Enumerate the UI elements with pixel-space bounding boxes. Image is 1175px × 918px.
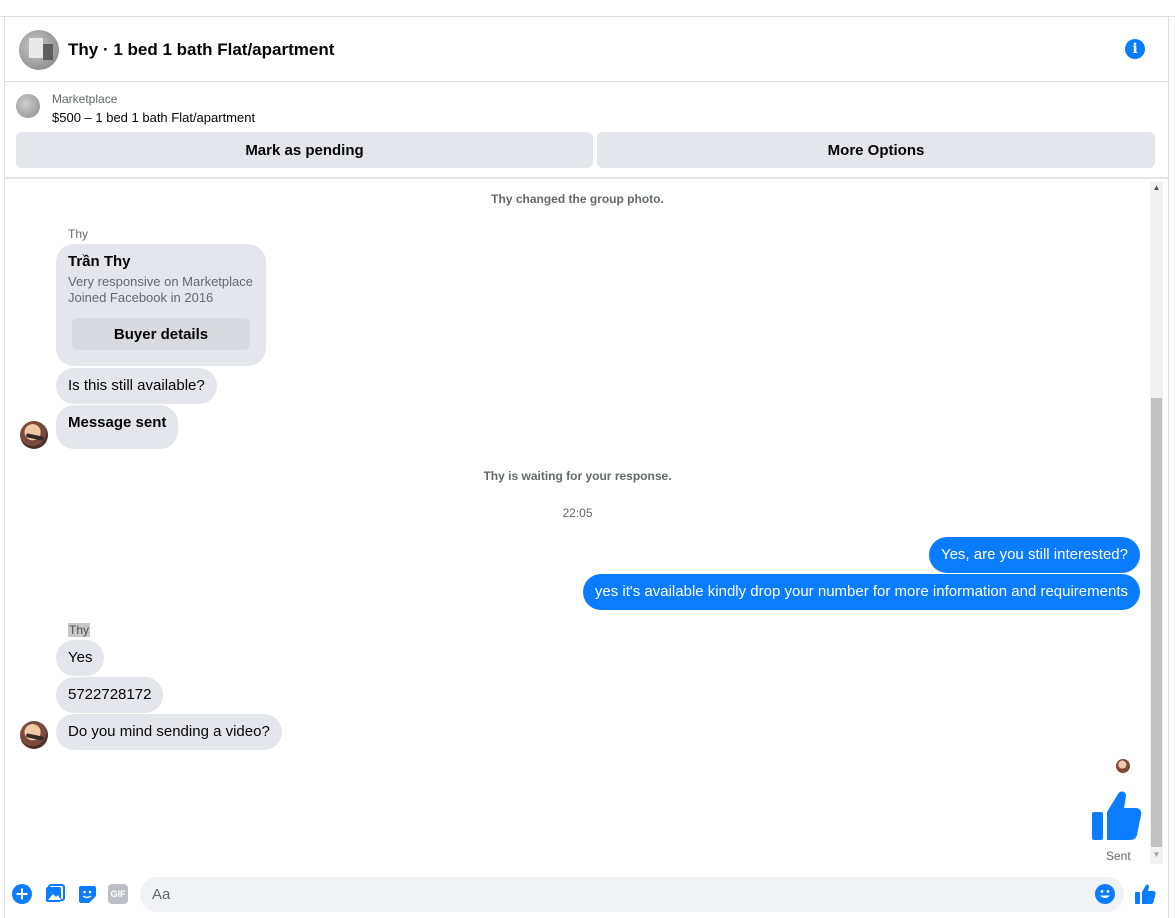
- seen-by-avatar: [1116, 759, 1130, 773]
- listing-title[interactable]: $500 – 1 bed 1 bath Flat/apartment: [52, 110, 255, 125]
- incoming-message[interactable]: 5722728172: [56, 677, 164, 713]
- outgoing-message[interactable]: yes it's available kindly drop your numb…: [582, 574, 1140, 610]
- sender-avatar[interactable]: [20, 421, 48, 449]
- gif-icon[interactable]: GIF: [108, 884, 128, 904]
- thumbs-up-icon[interactable]: [1090, 788, 1142, 844]
- message-input[interactable]: [152, 877, 1082, 912]
- sent-status: Sent: [1106, 849, 1131, 863]
- marketplace-label: Marketplace: [52, 92, 118, 106]
- sender-avatar[interactable]: [20, 721, 48, 749]
- marketplace-divider: [5, 177, 1168, 179]
- scroll-up-arrow-icon[interactable]: ▲: [1151, 182, 1162, 194]
- info-icon[interactable]: i: [1125, 39, 1145, 59]
- buyer-name: Trần Thy: [68, 253, 131, 270]
- message-timestamp: 22:05: [562, 506, 593, 520]
- buyer-joined: Joined Facebook in 2016: [68, 290, 214, 305]
- sticker-icon[interactable]: [77, 884, 97, 904]
- scrollbar-thumb[interactable]: [1151, 398, 1162, 847]
- chat-title[interactable]: Thy · 1 bed 1 bath Flat/apartment: [68, 40, 334, 60]
- more-options-button[interactable]: More Options: [597, 132, 1155, 168]
- emoji-icon[interactable]: [1095, 884, 1115, 904]
- outgoing-message[interactable]: Yes, are you still interested?: [928, 537, 1140, 573]
- scroll-down-arrow-icon[interactable]: ▼: [1151, 849, 1162, 861]
- photo-icon[interactable]: [45, 884, 65, 904]
- sender-name: Thy: [68, 623, 91, 637]
- buyer-responsiveness: Very responsive on Marketplace: [68, 274, 253, 289]
- incoming-message[interactable]: Message sent: [56, 405, 179, 449]
- right-divider: [1168, 17, 1169, 918]
- left-divider: [4, 17, 5, 918]
- browser-top-strip: [0, 0, 1175, 17]
- buyer-details-button[interactable]: Buyer details: [72, 318, 250, 350]
- add-plus-icon[interactable]: [12, 884, 32, 904]
- listing-thumbnail[interactable]: [16, 94, 40, 118]
- mark-as-pending-button[interactable]: Mark as pending: [16, 132, 593, 168]
- message-input-wrapper: [140, 877, 1124, 912]
- system-message-waiting: Thy is waiting for your response.: [483, 469, 672, 483]
- system-message-group-photo: Thy changed the group photo.: [491, 192, 664, 206]
- buyer-profile-card: Trần Thy Very responsive on Marketplace …: [56, 244, 266, 366]
- like-send-icon[interactable]: [1134, 883, 1156, 905]
- incoming-message[interactable]: Is this still available?: [56, 368, 217, 404]
- sender-name: Thy: [68, 227, 89, 241]
- group-avatar[interactable]: [19, 30, 59, 70]
- incoming-message[interactable]: Do you mind sending a video?: [56, 714, 282, 750]
- chat-header: Thy · 1 bed 1 bath Flat/apartment i: [5, 18, 1168, 82]
- incoming-message[interactable]: Yes: [56, 640, 105, 676]
